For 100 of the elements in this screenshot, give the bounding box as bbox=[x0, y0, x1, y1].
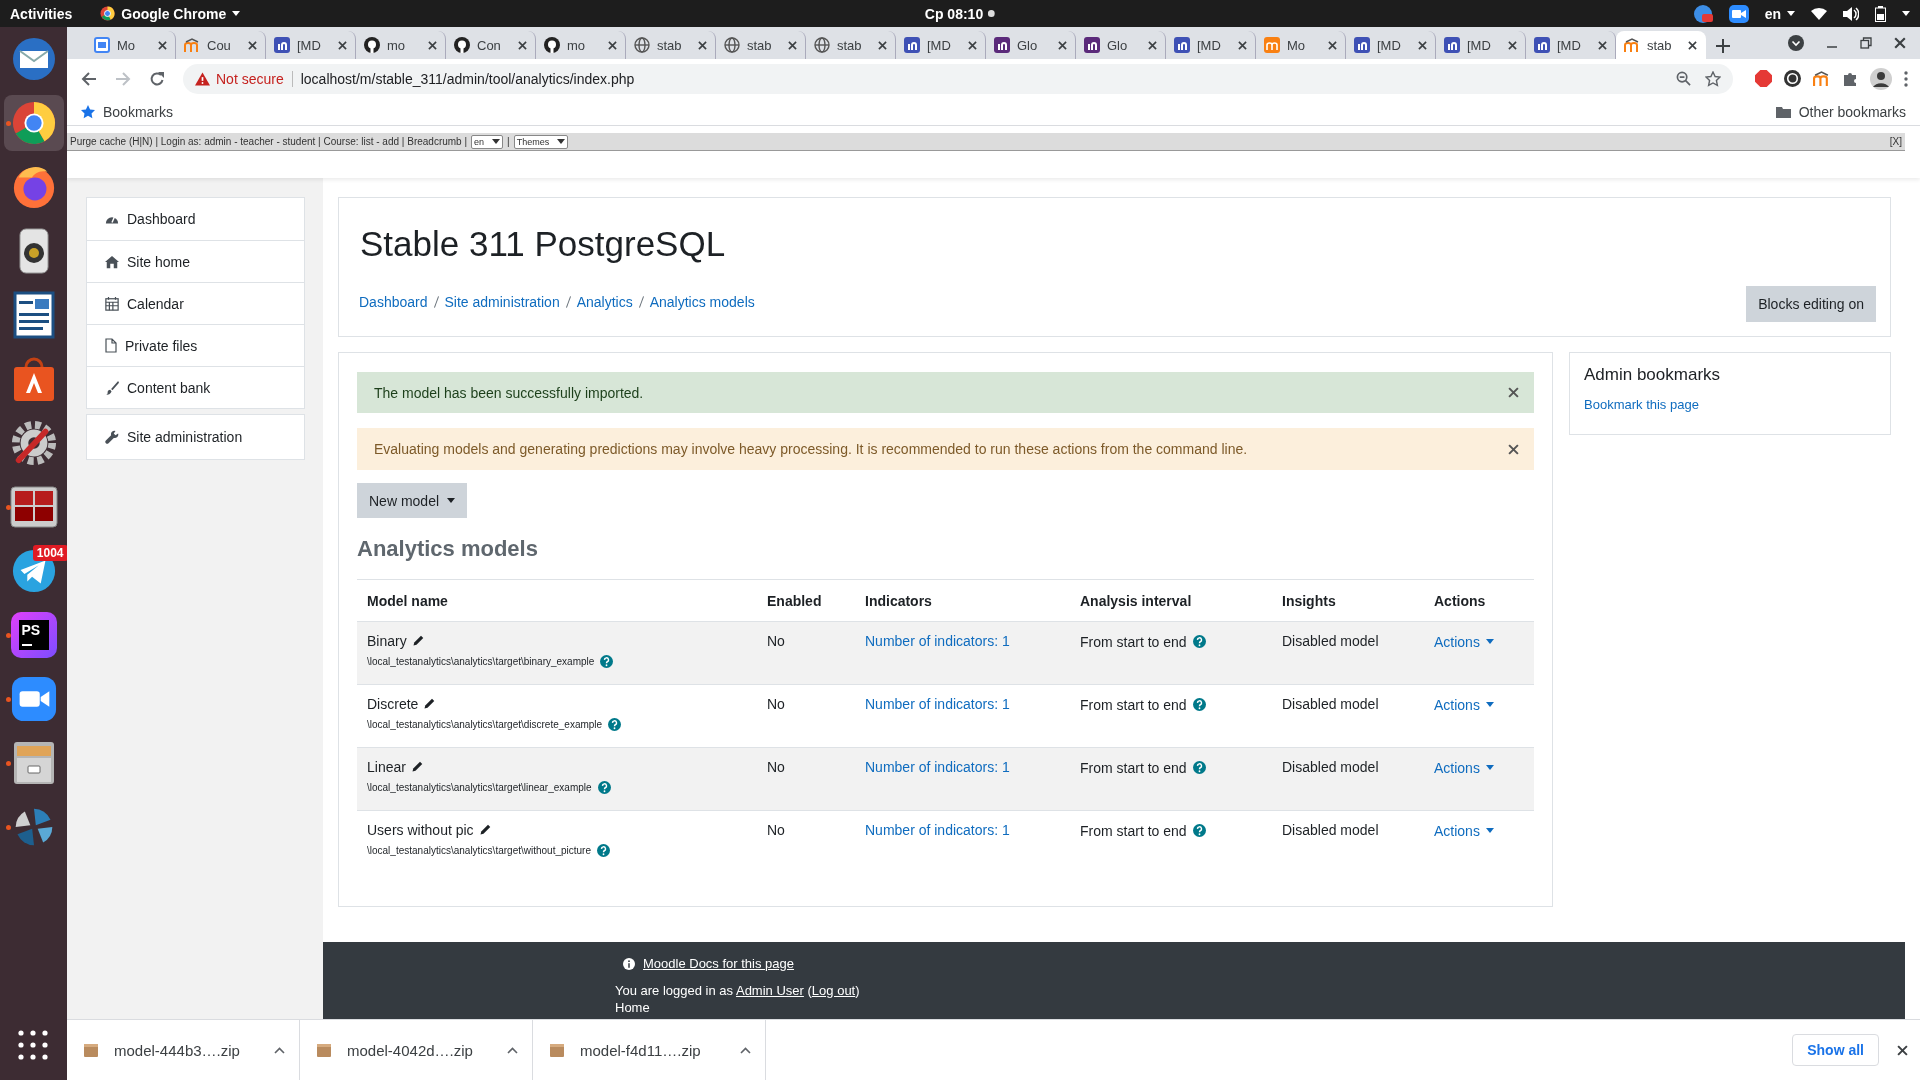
kebab-menu-icon[interactable] bbox=[1904, 70, 1908, 87]
close-icon[interactable] bbox=[1508, 40, 1517, 50]
close-icon[interactable] bbox=[1598, 40, 1607, 50]
round-extension-icon[interactable] bbox=[1784, 70, 1801, 87]
download-item[interactable]: model-f4d11….zip bbox=[550, 1041, 701, 1059]
back-icon[interactable] bbox=[81, 70, 97, 87]
breadcrumb-link[interactable]: Analytics models bbox=[649, 294, 755, 310]
close-icon[interactable] bbox=[1508, 443, 1519, 455]
help-icon bbox=[1192, 698, 1206, 711]
blocks-editing-button[interactable]: Blocks editing on bbox=[1746, 286, 1876, 322]
gear-icon bbox=[10, 420, 57, 466]
star-icon bbox=[81, 104, 95, 119]
toolbar-links[interactable]: Purge cache (H|N) | Login as: admin - teacher - student | Course: list - add | Breadcrumb | bbox=[70, 136, 468, 147]
theme-select[interactable]: Themes bbox=[513, 134, 569, 149]
wifi-icon[interactable] bbox=[1811, 7, 1827, 20]
close-icon[interactable] bbox=[788, 40, 797, 50]
breadcrumb-link[interactable]: Analytics bbox=[576, 294, 633, 310]
activities-button[interactable]: Activities bbox=[10, 5, 73, 22]
close-icon[interactable] bbox=[968, 40, 977, 50]
bookmark-link[interactable]: Bookmark this page bbox=[1584, 397, 1876, 412]
chrome-icon bbox=[10, 100, 57, 146]
close-icon[interactable] bbox=[1688, 40, 1697, 50]
battery-icon[interactable] bbox=[1875, 5, 1886, 22]
close-icon[interactable] bbox=[1058, 40, 1067, 50]
close-icon[interactable] bbox=[1418, 40, 1427, 50]
column-header: Enabled bbox=[766, 592, 823, 609]
volume-icon[interactable] bbox=[1843, 6, 1859, 21]
caret-icon bbox=[1485, 828, 1494, 833]
close-icon[interactable] bbox=[698, 40, 707, 50]
column-header: Actions bbox=[1433, 592, 1487, 609]
close-icon[interactable] bbox=[1894, 37, 1906, 49]
close-icon[interactable] bbox=[1328, 40, 1337, 50]
help-icon bbox=[597, 844, 610, 857]
stop-sign-icon[interactable] bbox=[1755, 70, 1772, 87]
browser-tab[interactable]: stab bbox=[1616, 31, 1706, 59]
warning-icon bbox=[195, 71, 210, 86]
caret-icon bbox=[492, 139, 501, 144]
globe-icon bbox=[724, 37, 740, 53]
archive-icon bbox=[84, 1043, 98, 1057]
home-link[interactable]: Home bbox=[615, 1000, 1905, 1015]
close-link[interactable]: [X] bbox=[1889, 136, 1902, 147]
star-outline-icon[interactable] bbox=[1705, 70, 1721, 87]
footer-link[interactable]: Log out bbox=[811, 983, 856, 998]
show-all-button[interactable]: Show all bbox=[1792, 1034, 1879, 1066]
close-icon[interactable] bbox=[608, 40, 617, 50]
tray-app-icon[interactable] bbox=[1692, 3, 1713, 24]
docs-link[interactable]: Moodle Docs for this page bbox=[643, 956, 795, 971]
video-camera-icon[interactable] bbox=[1728, 4, 1749, 23]
hat-icon[interactable] bbox=[1813, 70, 1830, 87]
indicators-link[interactable]: Number of indicators: 1 bbox=[865, 633, 1010, 649]
app-menu[interactable]: Google Chrome bbox=[100, 5, 241, 22]
actions-menu[interactable]: Actions bbox=[1424, 822, 1494, 839]
language-menu[interactable]: en bbox=[1764, 5, 1795, 22]
new-model-button[interactable]: New model bbox=[357, 483, 468, 518]
tab-search-icon[interactable] bbox=[1788, 35, 1804, 51]
avatar-icon[interactable] bbox=[1870, 67, 1892, 90]
actions-menu[interactable]: Actions bbox=[1424, 759, 1494, 776]
reload-icon[interactable] bbox=[149, 70, 165, 87]
actions-menu[interactable]: Actions bbox=[1424, 633, 1494, 650]
indicators-link[interactable]: Number of indicators: 1 bbox=[865, 759, 1010, 775]
chevron-up-icon[interactable] bbox=[274, 1046, 285, 1054]
other-bookmarks-button[interactable]: Other bookmarks bbox=[1775, 103, 1906, 120]
caret-icon bbox=[1485, 702, 1494, 707]
address-field[interactable]: Not secure localhost/m/stable_311/admin/tool/analytics/index.php bbox=[183, 63, 1733, 94]
security-indicator[interactable]: Not secure bbox=[195, 70, 293, 87]
footer-link[interactable]: Admin User bbox=[735, 983, 804, 998]
puzzle-icon[interactable] bbox=[1842, 70, 1858, 87]
actions-menu[interactable]: Actions bbox=[1424, 696, 1494, 713]
clock[interactable]: Cp 08:10 bbox=[924, 5, 984, 22]
login-info: You are logged in as Admin User (Log out) bbox=[615, 983, 861, 998]
help-icon bbox=[608, 718, 622, 731]
breadcrumb-link[interactable]: Dashboard bbox=[359, 294, 428, 310]
app-grid-icon[interactable] bbox=[18, 1030, 48, 1060]
close-icon[interactable] bbox=[158, 40, 167, 50]
breadcrumb-link[interactable]: Site administration bbox=[444, 294, 560, 310]
download-item[interactable]: model-444b3….zip bbox=[84, 1041, 240, 1059]
file-cabinet-icon bbox=[11, 740, 56, 786]
close-icon[interactable] bbox=[1148, 40, 1157, 50]
zoom-icon[interactable] bbox=[1676, 71, 1691, 86]
close-icon[interactable] bbox=[1238, 40, 1247, 50]
separator-text: | bbox=[507, 136, 510, 147]
bookmarks-button[interactable]: Bookmarks bbox=[81, 103, 174, 120]
restore-icon[interactable] bbox=[1860, 37, 1872, 49]
indicators-link[interactable]: Number of indicators: 1 bbox=[865, 822, 1010, 838]
chrome-icon bbox=[100, 6, 116, 21]
close-icon[interactable] bbox=[338, 40, 347, 50]
close-icon[interactable] bbox=[1508, 387, 1519, 398]
hat-icon bbox=[1624, 37, 1640, 53]
close-icon[interactable] bbox=[878, 40, 887, 50]
language-select[interactable]: en bbox=[471, 134, 504, 149]
calendar-icon bbox=[105, 296, 119, 311]
download-item[interactable]: model-4042d….zip bbox=[317, 1041, 473, 1059]
chevron-up-icon[interactable] bbox=[507, 1046, 518, 1054]
close-icon[interactable] bbox=[248, 40, 257, 50]
close-icon[interactable] bbox=[518, 40, 527, 50]
indicators-link[interactable]: Number of indicators: 1 bbox=[865, 696, 1010, 712]
chevron-up-icon[interactable] bbox=[740, 1046, 751, 1054]
close-icon[interactable] bbox=[428, 40, 437, 50]
close-icon[interactable] bbox=[1897, 1044, 1908, 1056]
plus-icon[interactable] bbox=[1716, 39, 1730, 53]
